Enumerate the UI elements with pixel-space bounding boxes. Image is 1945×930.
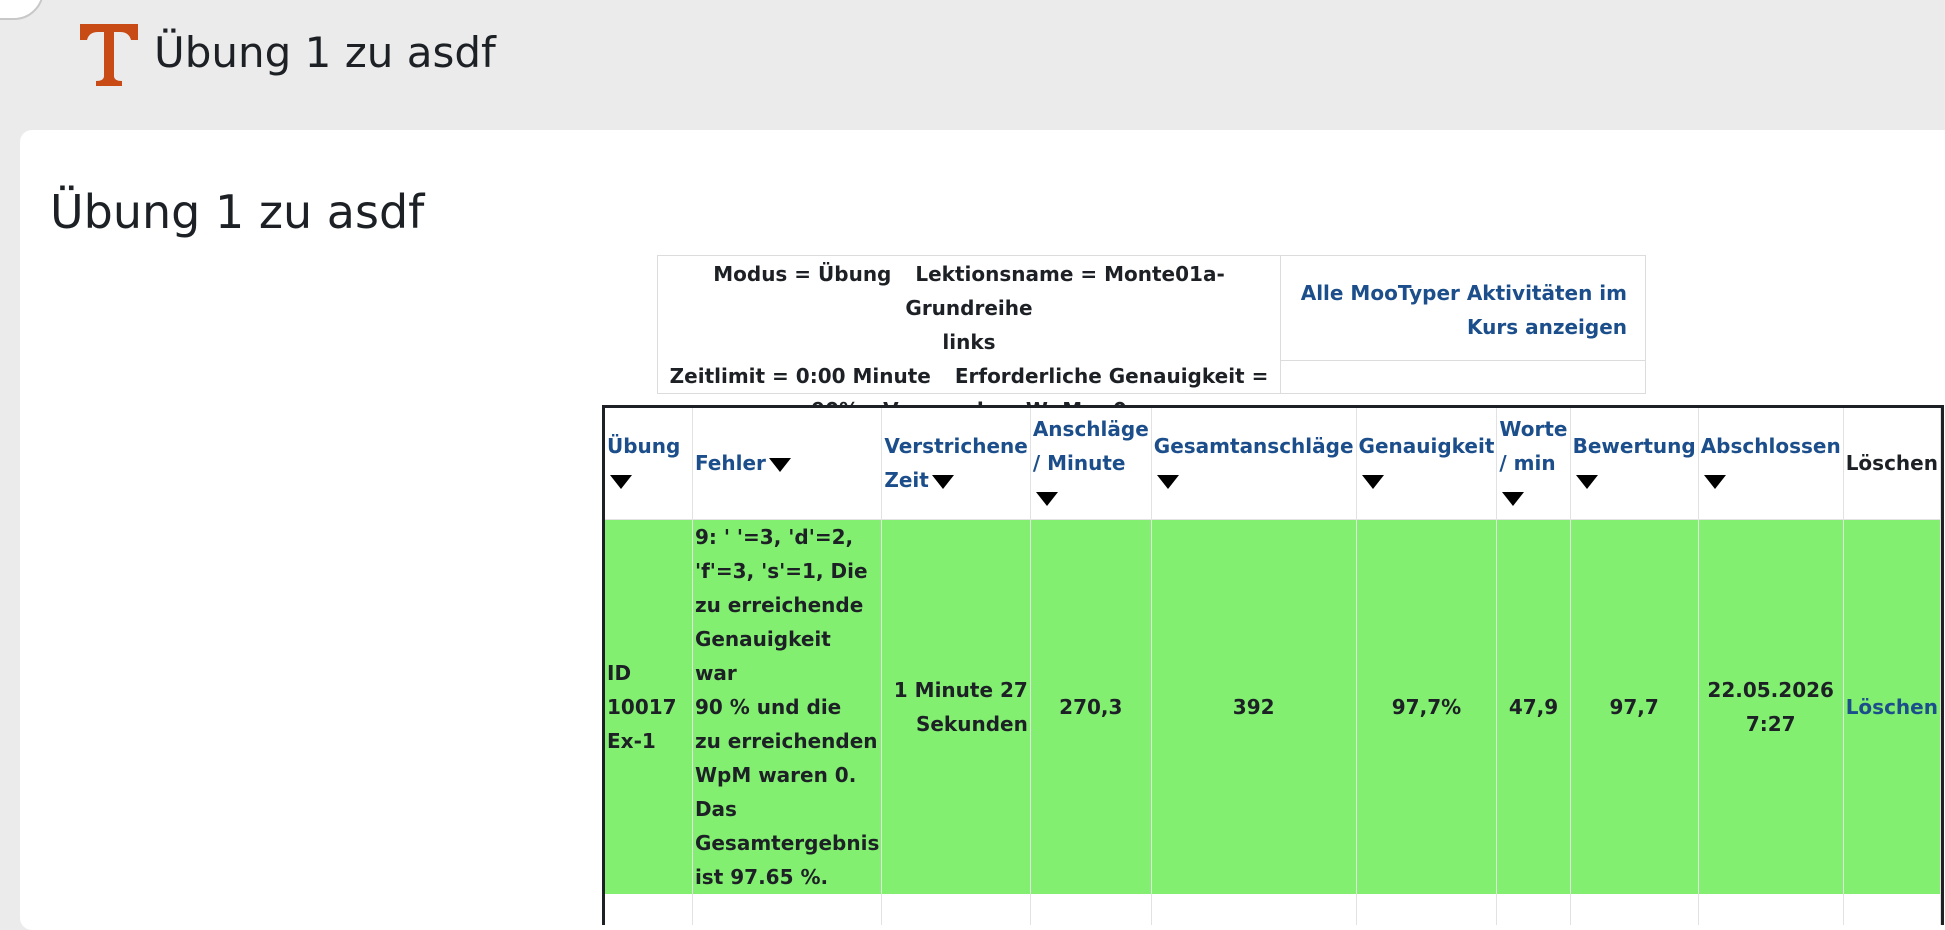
all-mootyper-activities-link[interactable]: Alle MooTyper Aktivitäten im Kurs anzeige… (1301, 281, 1627, 339)
delete-attempt-link[interactable]: Löschen (1846, 695, 1938, 719)
cell-verstrichene-zeit: 1 Minute 27 Sekunden (881, 519, 1031, 894)
sort-down-icon[interactable] (1703, 474, 1726, 489)
sort-down-icon[interactable] (768, 457, 791, 472)
results-table-wrapper: Übung Fehler Verstrichene Zeit Anschläge /… (602, 405, 1944, 925)
required-accuracy-text: Erforderliche Genauigkeit = (954, 364, 1269, 388)
page-title: Übung 1 zu asdf (50, 185, 425, 239)
cell-abschlossen: 22.05.2026 7:27 (1698, 519, 1844, 894)
column-header-genauigkeit[interactable]: Genauigkeit (1356, 408, 1498, 520)
column-header-gesamtanschlaege[interactable]: Gesamtanschläge (1151, 408, 1357, 520)
activity-info-box: Modus = Übung Lektionsname = Monte01a-Gru… (657, 255, 1646, 422)
column-header-abschlossen[interactable]: Abschlossen (1698, 408, 1844, 520)
cell-fehler: 9: ' '=3, 'd'=2, 'f'=3, 's'=1, Die zu er… (692, 519, 883, 894)
activities-link-cell: Alle MooTyper Aktivitäten im Kurs anzeige… (1281, 256, 1645, 361)
column-header-bewertung[interactable]: Bewertung (1570, 408, 1699, 520)
cell-loeschen: Löschen (1843, 519, 1941, 894)
activity-settings: Modus = Übung Lektionsname = Monte01a-Gru… (658, 256, 1281, 422)
lesson-name-cont: links (942, 330, 996, 354)
column-header-loeschen: Löschen (1843, 408, 1941, 520)
column-header-uebung[interactable]: Übung (605, 408, 693, 520)
sort-down-icon[interactable] (1575, 474, 1598, 489)
page-header: Übung 1 zu asdf (0, 0, 1945, 130)
table-header-row: Übung Fehler Verstrichene Zeit Anschläge /… (605, 408, 1941, 520)
mode-text: Modus = Übung (713, 262, 892, 286)
main-content: Übung 1 zu asdf Modus = Übung Lektionsnam… (20, 130, 1945, 930)
results-table: Übung Fehler Verstrichene Zeit Anschläge /… (605, 408, 1941, 925)
mootyper-logo-icon (80, 24, 138, 86)
sort-down-icon[interactable] (610, 474, 632, 489)
column-header-verstrichene-zeit[interactable]: Verstrichene Zeit (881, 408, 1031, 520)
sort-down-icon[interactable] (1035, 491, 1058, 506)
cell-genauigkeit: 97,7% (1356, 519, 1498, 894)
sort-down-icon[interactable] (931, 474, 954, 489)
cell-anschlaege-minute: 270,3 (1030, 519, 1152, 894)
column-header-worte-min[interactable]: Worte / min (1496, 408, 1571, 520)
cell-worte-min: 47,9 (1496, 519, 1571, 894)
cell-uebung: ID 10017 Ex-1 (605, 519, 693, 894)
time-limit-text: Zeitlimit = 0:00 Minute (669, 364, 931, 388)
lesson-name-text: Lektionsname = Monte01a-Grundreihe (905, 262, 1225, 320)
cell-bewertung: 97,7 (1570, 519, 1699, 894)
cell-gesamtanschlaege: 392 (1151, 519, 1357, 894)
sort-down-icon[interactable] (1502, 491, 1525, 506)
header-title: Übung 1 zu asdf (154, 28, 496, 77)
column-header-anschlaege-minute[interactable]: Anschläge / Minute (1030, 408, 1152, 520)
sort-down-icon[interactable] (1156, 474, 1179, 489)
table-row: ID 10017 Ex-1 9: ' '=3, 'd'=2, 'f'=3, 's'… (605, 519, 1941, 894)
sort-down-icon[interactable] (1361, 474, 1384, 489)
table-row (605, 893, 1941, 925)
column-header-fehler[interactable]: Fehler (692, 408, 883, 520)
